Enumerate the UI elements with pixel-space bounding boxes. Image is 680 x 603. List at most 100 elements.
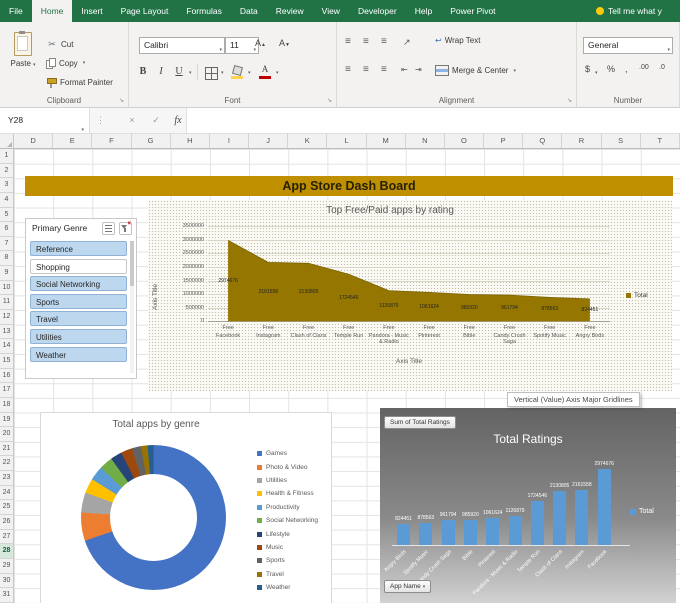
chevron-down-icon[interactable]: ▾ xyxy=(595,70,598,76)
decrease-decimal-icon[interactable]: .0 xyxy=(659,64,665,71)
row-header-14[interactable]: 14 xyxy=(0,339,13,354)
copy-button[interactable]: Copy ▾ xyxy=(46,55,85,71)
column-header-N[interactable]: N xyxy=(406,134,445,148)
column-header-T[interactable]: T xyxy=(641,134,680,148)
tab-page-layout[interactable]: Page Layout xyxy=(112,0,178,22)
tab-review[interactable]: Review xyxy=(267,0,313,22)
increase-decimal-icon[interactable]: .00 xyxy=(639,64,649,71)
decrease-font-icon[interactable]: A▼ xyxy=(279,38,290,48)
donut-chart-card[interactable]: Total apps by genre Games Photo & Video Ut… xyxy=(40,412,332,603)
row-header-12[interactable]: 12 xyxy=(0,310,13,325)
tab-view[interactable]: View xyxy=(313,0,349,22)
donut-ring[interactable] xyxy=(81,445,226,590)
formula-input[interactable] xyxy=(186,108,680,133)
align-right-icon[interactable]: ≡ xyxy=(381,64,387,76)
bar-clash-of-clans[interactable] xyxy=(553,490,567,545)
tab-data[interactable]: Data xyxy=(231,0,267,22)
tab-help[interactable]: Help xyxy=(406,0,441,22)
tab-file[interactable]: File xyxy=(0,0,32,22)
font-dialog-launcher[interactable]: ↘ xyxy=(327,97,332,104)
insert-function-icon[interactable]: fx xyxy=(168,108,188,133)
font-color-icon[interactable]: A xyxy=(259,64,271,79)
accounting-format-icon[interactable]: $ xyxy=(585,64,590,74)
row-header-24[interactable]: 24 xyxy=(0,486,13,501)
column-header-H[interactable]: H xyxy=(171,134,210,148)
chevron-down-icon[interactable]: ▾ xyxy=(221,70,224,76)
row-header-26[interactable]: 26 xyxy=(0,515,13,530)
tab-insert[interactable]: Insert xyxy=(72,0,111,22)
format-painter-button[interactable]: Format Painter xyxy=(46,74,113,90)
legend-item-utilities[interactable]: Utilities xyxy=(257,474,318,487)
comma-style-icon[interactable]: , xyxy=(625,64,628,74)
cancel-icon[interactable]: × xyxy=(122,108,142,133)
column-header-M[interactable]: M xyxy=(367,134,406,148)
name-box[interactable]: Y28 ▾ xyxy=(0,108,90,133)
align-left-icon[interactable]: ≡ xyxy=(345,64,351,76)
row-header-10[interactable]: 10 xyxy=(0,281,13,296)
bar-pinterest[interactable] xyxy=(486,517,500,545)
row-header-3[interactable]: 3 xyxy=(0,178,13,193)
row-header-29[interactable]: 29 xyxy=(0,559,13,574)
row-header-25[interactable]: 25 xyxy=(0,500,13,516)
legend-item-weather[interactable]: Weather xyxy=(257,581,318,594)
bar-temple-run[interactable] xyxy=(530,500,544,545)
row-header-19[interactable]: 19 xyxy=(0,413,13,428)
column-header-K[interactable]: K xyxy=(288,134,328,148)
slicer-scrollbar[interactable] xyxy=(130,241,134,373)
number-format-select[interactable]: General ▾ xyxy=(583,37,673,54)
fill-color-icon[interactable] xyxy=(231,66,243,79)
row-header-11[interactable]: 11 xyxy=(0,295,13,311)
app-name-field-button[interactable]: App Name ▾ xyxy=(384,580,432,593)
borders-icon[interactable] xyxy=(205,67,218,80)
row-header-23[interactable]: 23 xyxy=(0,471,13,486)
row-header-20[interactable]: 20 xyxy=(0,427,13,442)
row-header-6[interactable]: 6 xyxy=(0,222,13,237)
row-header-17[interactable]: 17 xyxy=(0,383,13,398)
row-header-16[interactable]: 16 xyxy=(0,369,13,384)
merge-center-button[interactable]: Merge & Center ▾ xyxy=(435,65,516,76)
align-top-icon[interactable]: ≡ xyxy=(345,36,351,48)
legend-item-productivity[interactable]: Productivity xyxy=(257,501,318,514)
bar-spotify-music[interactable] xyxy=(419,522,433,545)
bar-chart-card[interactable]: Sum of Total Ratings Total Ratings 82445… xyxy=(380,408,676,603)
legend-item-lifestyle[interactable]: Lifestyle xyxy=(257,527,318,540)
area-chart[interactable]: Top Free/Paid apps by rating Axis Title … xyxy=(148,200,672,391)
row-header-13[interactable]: 13 xyxy=(0,325,13,340)
row-header-7[interactable]: 7 xyxy=(0,237,13,252)
clipboard-dialog-launcher[interactable]: ↘ xyxy=(119,97,124,104)
slicer-clear-filter-button[interactable]: × xyxy=(119,221,132,235)
bar-angry-birds[interactable] xyxy=(397,523,410,545)
column-header-E[interactable]: E xyxy=(53,134,93,148)
row-header-9[interactable]: 9 xyxy=(0,266,13,281)
increase-font-icon[interactable]: A▲ xyxy=(255,38,266,48)
align-center-icon[interactable]: ≡ xyxy=(363,64,369,76)
bold-button[interactable]: B xyxy=(135,64,151,80)
row-header-31[interactable]: 31 xyxy=(0,588,13,603)
column-header-P[interactable]: P xyxy=(484,134,524,148)
legend-item-photo-video[interactable]: Photo & Video xyxy=(257,460,318,473)
tab-formulas[interactable]: Formulas xyxy=(177,0,230,22)
font-size-select[interactable]: 11 ▾ xyxy=(225,37,259,54)
column-header-O[interactable]: O xyxy=(445,134,485,148)
row-header-1[interactable]: 1 xyxy=(0,149,13,164)
tab-power-pivot[interactable]: Power Pivot xyxy=(441,0,504,22)
bar-bible[interactable] xyxy=(463,519,477,545)
decrease-indent-icon[interactable]: ⇤ xyxy=(401,64,408,76)
column-header-G[interactable]: G xyxy=(132,134,171,148)
align-bottom-icon[interactable]: ≡ xyxy=(381,36,387,48)
row-header-30[interactable]: 30 xyxy=(0,574,13,589)
legend-item-travel[interactable]: Travel xyxy=(257,568,318,581)
column-header-Q[interactable]: Q xyxy=(523,134,563,148)
slicer-item-travel[interactable]: Travel xyxy=(30,311,127,327)
column-header-I[interactable]: I xyxy=(210,134,250,148)
column-header-S[interactable]: S xyxy=(602,134,641,148)
bar-candy-crush-saga[interactable] xyxy=(441,520,455,545)
slicer-item-reference[interactable]: Reference xyxy=(30,241,127,256)
legend-item-health-fitness[interactable]: Health & Fitness xyxy=(257,487,318,500)
chevron-down-icon[interactable]: ▾ xyxy=(189,70,192,76)
cut-button[interactable]: ✂ Cut xyxy=(46,36,73,52)
orientation-icon[interactable]: ↗ xyxy=(403,36,411,48)
bar-legend[interactable]: Total xyxy=(630,508,654,515)
row-header-18[interactable]: 18 xyxy=(0,398,13,413)
font-name-select[interactable]: Calibri ▾ xyxy=(139,37,225,54)
